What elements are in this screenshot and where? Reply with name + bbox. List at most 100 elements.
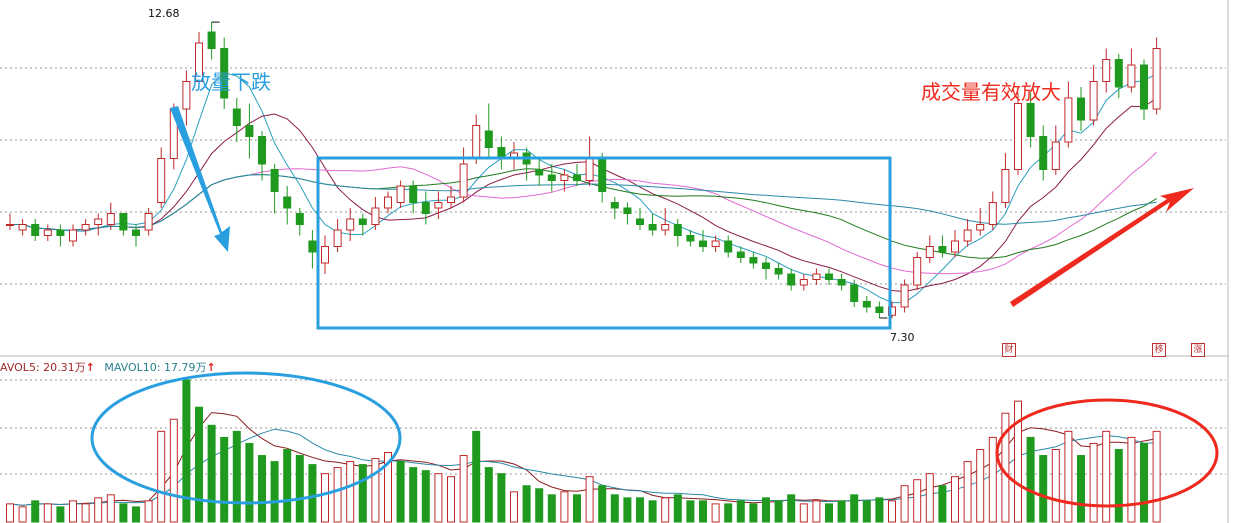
candle-body [850,284,859,302]
candle-body [1014,103,1022,170]
candle-body [686,235,695,242]
candle-body [31,224,40,236]
volume-bar [724,503,733,523]
volume-bar [195,406,203,523]
volume-bar [1140,442,1148,523]
volume-bar [812,500,821,523]
candle-body [812,273,821,280]
candle-body [484,130,493,148]
volume-bar [207,424,216,523]
volume-bar [673,494,682,523]
volume-bar [762,497,770,523]
volume-bar [736,500,745,523]
annotation-overlay [90,106,1219,508]
candle-body [56,229,65,236]
volume-bar [522,485,531,523]
candle-body [762,262,770,269]
volume-bar [69,500,77,523]
volume-bars [6,379,1161,523]
volume-bar [699,500,707,523]
candle-body [157,158,166,203]
candle-body [1064,97,1073,143]
candle-body [1152,48,1161,110]
candle-body [434,202,443,209]
volume-bar [94,497,103,523]
volume-bar [938,485,947,523]
volume-bar [31,500,40,523]
volume-bar [220,436,229,523]
volume-bar [43,503,52,523]
volume-bar [623,497,632,523]
candle-body [1140,64,1148,110]
volume-bar [900,485,909,523]
volume-bar [573,494,581,523]
volume-bar [232,430,241,523]
candle-body [673,224,682,236]
volume-bar [358,464,367,523]
volume-bar [1077,455,1085,523]
volume-bar [119,503,128,523]
candle-body [144,213,153,231]
volume-bar [1039,455,1048,523]
candle-body [787,273,796,286]
volume-bar [157,430,166,523]
candle-body [1089,81,1098,121]
candle-body [6,224,14,226]
volume-bar [636,497,644,523]
volume-bar [850,494,859,523]
candle-body [547,174,556,181]
up-arrow-red [1010,188,1194,307]
candle-body [371,207,380,225]
candle-body [938,246,947,253]
volume-bar [321,473,329,523]
high-price-label: 12.68 [148,7,180,20]
candle-body [409,185,418,203]
candle-body [1026,103,1035,137]
candle-body [106,213,115,225]
candle-body [623,207,632,214]
volume-ma10-label: MAVOL10: 17.79万 [104,361,207,374]
volume-bar [535,488,544,523]
event-tag-rise: 涨 [1191,343,1205,357]
candle-body [825,273,833,280]
candle-body [736,251,745,258]
candle-body [384,196,392,209]
volume-bar [459,455,468,523]
volume-bar [648,500,657,523]
ma60-line [10,173,1157,231]
candle-body [346,218,355,231]
volume-bar [497,473,506,523]
moving-average-lines [10,72,1157,304]
candle-body [648,224,657,231]
volume-bar [396,461,405,523]
volume-bar [598,485,607,523]
volume-bar [787,494,796,523]
volume-bar [1127,436,1136,523]
volume-bar [308,464,317,523]
volume-bar [258,455,266,523]
volume-average-lines [9,412,1157,506]
volume-bar [6,503,14,523]
candle-body [396,185,405,203]
volume-bar [913,479,922,523]
volume-bar [346,461,355,523]
candle-body [421,202,430,214]
candle-body [661,224,670,231]
candle-body [295,213,304,225]
candle-body [875,306,884,313]
volume-bar [1064,430,1073,523]
volume-bar [749,503,758,523]
candle-body [1001,169,1010,203]
volume-bar [799,503,808,523]
volume-ma5-label: AVOL5: 20.31万 [0,361,86,374]
volume-bar [132,506,140,523]
candle-body [270,169,279,192]
candle-body [799,279,808,286]
volume-bar [106,494,115,523]
volume-bar [825,503,833,523]
candle-body [837,279,846,286]
candle-body [925,246,934,258]
volume-bar [925,473,934,523]
candle-body [308,240,317,253]
candle-body [585,158,594,181]
